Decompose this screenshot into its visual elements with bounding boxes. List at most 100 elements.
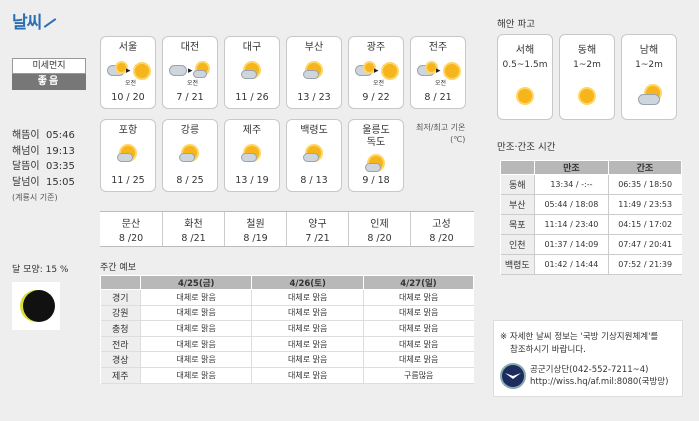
info-contact: 공군기상단(042-552-7211~4) http://wiss.hq/af.…	[530, 364, 668, 388]
cloud-icon	[365, 163, 381, 172]
weekly-region: 제주	[100, 367, 141, 384]
moonset-time: 15:05	[46, 176, 75, 188]
tide-region: 목포	[500, 214, 535, 235]
sea-weather-icon	[512, 85, 538, 107]
tide-header-high: 만조	[534, 160, 609, 175]
city-name: 백령도	[300, 125, 328, 136]
sea-weather-icon	[574, 85, 600, 107]
city-card: 강릉 8 / 25	[162, 119, 218, 192]
tide-high: 11:14 / 23:40	[534, 214, 609, 235]
tide-high: 01:37 / 14:09	[534, 234, 609, 255]
moon-phase-label: 달 모양: 15 %	[12, 265, 69, 275]
sea-wave-height: 1~2m	[635, 60, 663, 70]
cloud-icon	[638, 94, 660, 105]
weather-icon	[297, 144, 331, 166]
tide-row: 동해 13:34 / -:-- 06:35 / 18:50	[500, 174, 682, 195]
sea-wave-height: 1~2m	[573, 60, 601, 70]
weekly-region: 경기	[100, 289, 141, 306]
frontline-city-temp: 7 /21	[305, 233, 330, 244]
sea-name: 동해	[577, 45, 597, 56]
weekly-header-row: 4/25(금) 4/26(토) 4/27(일)	[100, 275, 475, 290]
sunset-time: 19:13	[46, 145, 75, 157]
frontline-city-temp: 8 /21	[181, 233, 206, 244]
tide-high: 01:42 / 14:44	[534, 254, 609, 275]
tide-low: 07:47 / 20:41	[607, 234, 682, 255]
city-name: 전주	[428, 42, 448, 53]
frontline-city-cell: 양구 7 /21	[286, 212, 348, 246]
tide-low: 04:15 / 17:02	[607, 214, 682, 235]
info-text: ※ 자세한 날씨 정보는 '국방 기상지원체계'를 참조하시기 바랍니다.	[500, 331, 658, 357]
weekly-header-day2: 4/26(토)	[251, 275, 364, 290]
weekly-day2: 대체로 맑음	[251, 289, 364, 306]
info-org: 공군기상단(042-552-7211~4)	[530, 365, 649, 375]
city-card: 울릉도 독도 9 / 18	[348, 119, 404, 192]
frontline-city-temp: 8 /20	[367, 233, 392, 244]
city-card: 대전 ▸ 오전 7 / 21	[162, 36, 218, 109]
city-name: 제주	[242, 125, 262, 136]
city-temp: 8 / 21	[424, 92, 452, 103]
tide-header-low: 간조	[607, 160, 683, 175]
weekly-region: 경상	[100, 351, 141, 368]
frontline-city-temp: 8 /20	[429, 233, 454, 244]
sunrise-row: 해뜸이 05:46	[12, 128, 75, 144]
info-box: ※ 자세한 날씨 정보는 '국방 기상지원체계'를 참조하시기 바랍니다. 공군…	[493, 320, 683, 397]
frontline-city-cell: 철원 8 /19	[224, 212, 286, 246]
sunset-row: 해넘이 19:13	[12, 144, 75, 160]
sun-icon	[580, 89, 594, 103]
city-temp: 11 / 25	[111, 175, 145, 186]
frontline-city-name: 문산	[121, 219, 141, 230]
weekly-row: 충청 대체로 맑음 대체로 맑음 대체로 맑음	[100, 320, 474, 337]
weekly-region: 전라	[100, 336, 141, 353]
weekly-day2: 대체로 맑음	[251, 320, 364, 337]
frontline-city-cell: 문산 8 /20	[100, 212, 162, 246]
title-underline-slash	[43, 18, 57, 28]
tide-row: 인천 01:37 / 14:09 07:47 / 20:41	[500, 234, 682, 255]
tide-region: 부산	[500, 194, 535, 215]
cloud-icon	[193, 70, 207, 78]
weather-icon: ▸ 오전	[169, 61, 208, 87]
cloud-icon	[241, 153, 257, 162]
sun-icon	[518, 89, 532, 103]
weekly-day1: 대체로 맑음	[139, 289, 252, 306]
weekly-day3: 대체로 맑음	[362, 289, 474, 306]
city-name: 울릉도 독도	[349, 125, 403, 149]
weekly-day3: 대체로 맑음	[362, 351, 474, 368]
weather-icon: ▸ 오전	[417, 61, 459, 87]
moonrise-row: 달뜸이 03:35	[12, 159, 75, 175]
info-line2: 참조하시기 바랍니다.	[510, 345, 586, 355]
city-card: 서울 ▸ 오전 10 / 20	[100, 36, 156, 109]
am-label: 오전	[125, 80, 137, 87]
weekly-row: 경기 대체로 맑음 대체로 맑음 대체로 맑음	[100, 289, 474, 306]
legend-note-line1: 최저/최고 기온	[416, 123, 466, 132]
tide-region: 인천	[500, 234, 535, 255]
tide-region: 동해	[500, 174, 535, 195]
city-name: 대전	[180, 42, 200, 53]
sea-card: 서해 0.5~1.5m	[497, 34, 553, 120]
weather-icon: ▸ 오전	[107, 61, 149, 87]
weather-icon	[235, 144, 269, 166]
sun-icon	[445, 64, 459, 78]
city-name: 서울	[118, 42, 138, 53]
weather-icon: ▸ 오전	[355, 61, 397, 87]
weekly-day2: 대체로 맑음	[251, 305, 364, 322]
frontline-city-temp: 8 /19	[243, 233, 268, 244]
arrow-icon: ▸	[374, 66, 379, 76]
city-name-line2: 독도	[366, 137, 386, 148]
city-name: 포항	[118, 125, 138, 136]
moonrise-label: 달뜸이	[12, 161, 40, 172]
info-line1: ※ 자세한 날씨 정보는 '국방 기상지원체계'를	[500, 332, 659, 342]
am-label: 오전	[187, 80, 199, 87]
weekly-region: 강원	[100, 305, 141, 322]
weekly-day2: 대체로 맑음	[251, 336, 364, 353]
frontline-city-name: 철원	[246, 219, 265, 230]
arrow-icon: ▸	[188, 66, 193, 76]
weekly-header-day1: 4/25(금)	[139, 275, 253, 290]
sun-icon	[383, 64, 397, 78]
city-name: 광주	[366, 42, 386, 53]
tide-high: 05:44 / 18:08	[534, 194, 609, 215]
weather-icon	[235, 61, 269, 83]
air-force-weather-logo-icon	[500, 363, 526, 389]
info-url[interactable]: http://wiss.hq/af.mil:8080(국방망)	[530, 376, 668, 388]
page-title-text: 날씨	[12, 13, 42, 33]
cloud-icon	[169, 65, 187, 76]
